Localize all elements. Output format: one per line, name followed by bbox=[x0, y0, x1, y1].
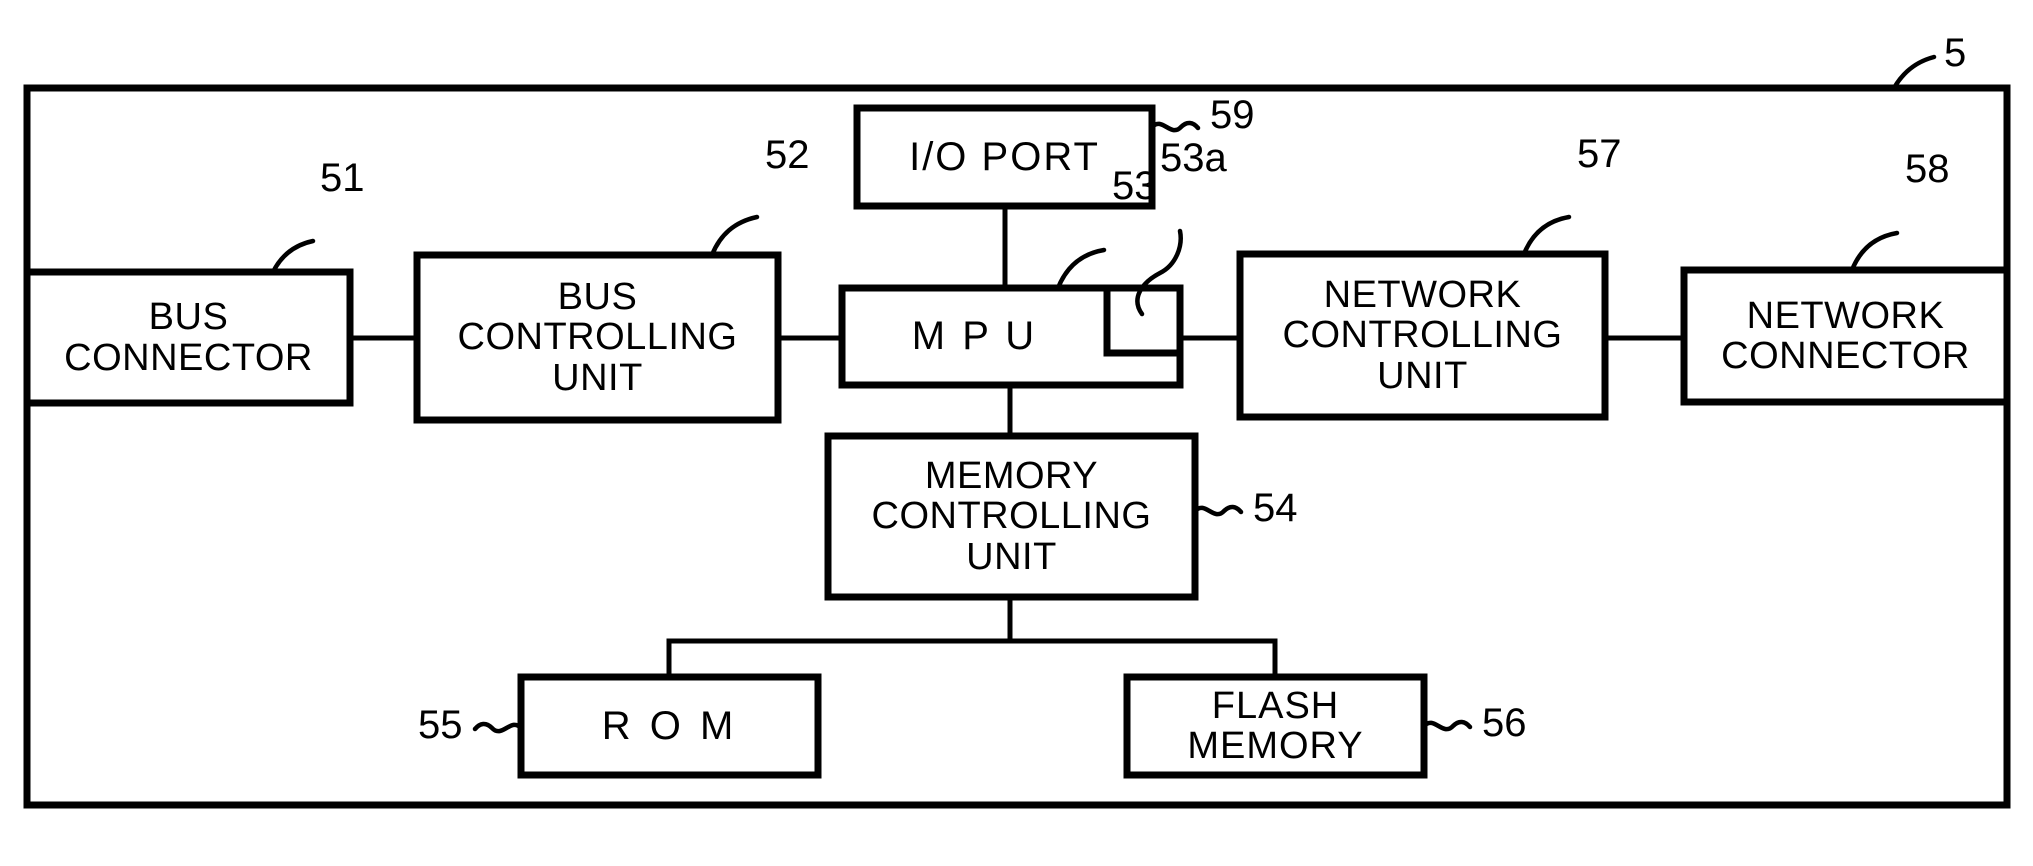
ref-numeral-54: 54 bbox=[1253, 486, 1298, 530]
ref-numeral-59: 59 bbox=[1210, 93, 1255, 137]
block-flash-memory[interactable] bbox=[1123, 673, 1428, 779]
ref-numeral-53: 53 bbox=[1112, 164, 1157, 208]
ref-numeral-58: 58 bbox=[1905, 147, 1950, 191]
block-rectangles bbox=[23, 104, 2011, 779]
leader-53 bbox=[1055, 247, 1107, 291]
leader-52 bbox=[709, 214, 760, 258]
leader-54 bbox=[1192, 504, 1244, 517]
figure-canvas: BUS CONNECTOR BUS CONTROLLING UNIT I/O P… bbox=[0, 0, 2033, 866]
leader-5 bbox=[1891, 54, 1937, 91]
ref-numeral-57: 57 bbox=[1577, 132, 1622, 176]
block-network-connector[interactable] bbox=[1680, 266, 2011, 406]
block-network-controlling-unit[interactable] bbox=[1236, 250, 1609, 421]
leader-51 bbox=[270, 238, 316, 275]
block-memory-controlling-unit[interactable] bbox=[824, 432, 1199, 601]
block-mpu-internal-53a[interactable] bbox=[1103, 284, 1184, 357]
leader-59 bbox=[1149, 120, 1201, 133]
diagram-vector-layer bbox=[23, 54, 2011, 809]
ref-numeral-55: 55 bbox=[418, 703, 463, 747]
block-bus-connector[interactable] bbox=[23, 268, 354, 407]
ref-numeral-52: 52 bbox=[765, 133, 810, 177]
block-io-port[interactable] bbox=[853, 104, 1156, 210]
ref-numeral-56: 56 bbox=[1482, 701, 1527, 745]
ref-numeral-51: 51 bbox=[320, 156, 365, 200]
leader-56 bbox=[1421, 719, 1473, 732]
leader-55 bbox=[472, 721, 524, 734]
ref-numeral-53a: 53a bbox=[1160, 136, 1227, 180]
block-bus-controlling-unit[interactable] bbox=[413, 251, 782, 424]
block-rom[interactable] bbox=[517, 673, 822, 779]
leader-57 bbox=[1521, 214, 1572, 257]
leader-58 bbox=[1849, 230, 1900, 273]
ref-numeral-5: 5 bbox=[1944, 31, 1967, 75]
